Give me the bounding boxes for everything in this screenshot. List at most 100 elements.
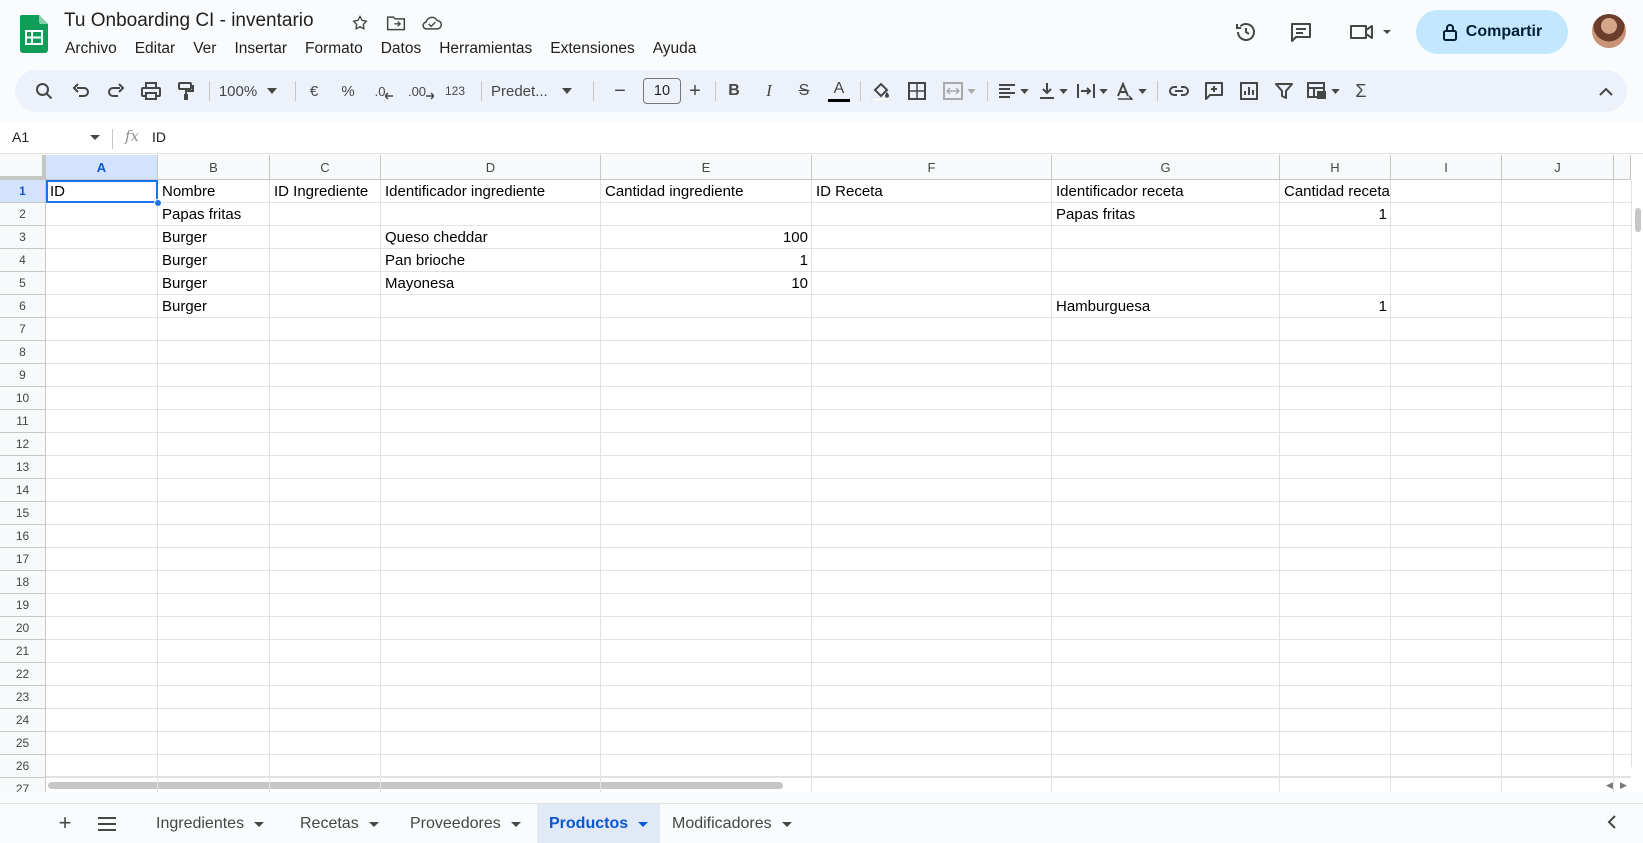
cell-f1[interactable]: ID Receta [812, 180, 1052, 203]
user-avatar[interactable] [1592, 14, 1626, 48]
cell-d1[interactable]: Identificador ingrediente [381, 180, 601, 203]
share-button[interactable]: Compartir [1416, 10, 1568, 54]
column-header-e[interactable]: E [601, 155, 812, 180]
row-header-10[interactable]: 10 [0, 387, 46, 410]
font-family-select[interactable]: Predet... [491, 77, 581, 105]
row-header-9[interactable]: 9 [0, 364, 46, 387]
vertical-scrollbar[interactable] [1631, 180, 1643, 767]
chevron-down-icon[interactable] [254, 821, 265, 827]
column-header-a[interactable]: A [46, 155, 158, 180]
menu-item-ver[interactable]: Ver [184, 38, 225, 60]
row-header-7[interactable]: 7 [0, 318, 46, 341]
bold-button[interactable]: B [721, 77, 747, 105]
horizontal-scrollbar-thumb[interactable] [48, 782, 783, 789]
text-wrapping-icon[interactable] [1074, 77, 1110, 105]
collapse-toolbar-icon[interactable] [1593, 77, 1619, 105]
sheet-tab-proveedores[interactable]: Proveedores [398, 804, 533, 843]
sheets-logo-icon[interactable] [20, 15, 48, 53]
select-all-corner[interactable] [0, 155, 46, 180]
percent-format-button[interactable]: % [337, 77, 359, 105]
cell-b5[interactable]: Burger [158, 272, 270, 295]
sheet-tab-recetas[interactable]: Recetas [288, 804, 391, 843]
column-header-c[interactable]: C [270, 155, 381, 180]
filter-views-icon[interactable] [1305, 77, 1341, 105]
filter-icon[interactable] [1270, 77, 1298, 105]
column-header-d[interactable]: D [381, 155, 601, 180]
row-header-18[interactable]: 18 [0, 571, 46, 594]
insert-link-icon[interactable] [1165, 77, 1193, 105]
borders-icon[interactable] [904, 77, 930, 105]
fill-handle[interactable] [154, 199, 162, 207]
column-header-g[interactable]: G [1052, 155, 1280, 180]
cell-e3[interactable]: 100 [601, 226, 812, 249]
menu-item-editar[interactable]: Editar [126, 38, 185, 60]
row-header-11[interactable]: 11 [0, 410, 46, 433]
cell-g6[interactable]: Hamburguesa [1052, 295, 1280, 318]
menu-item-datos[interactable]: Datos [372, 38, 431, 60]
row-header-8[interactable]: 8 [0, 341, 46, 364]
menu-item-archivo[interactable]: Archivo [56, 38, 126, 60]
undo-icon[interactable] [67, 77, 95, 105]
cell-b6[interactable]: Burger [158, 295, 270, 318]
formula-input[interactable]: ID [152, 129, 166, 145]
cell-e5[interactable]: 10 [601, 272, 812, 295]
cloud-saved-icon[interactable] [420, 11, 444, 35]
cell-g2[interactable]: Papas fritas [1052, 203, 1280, 226]
zoom-select[interactable]: 100% [215, 77, 281, 105]
name-box[interactable]: A1 [12, 129, 29, 145]
chevron-down-icon[interactable] [638, 821, 649, 827]
menu-item-insertar[interactable]: Insertar [225, 38, 296, 60]
row-header-5[interactable]: 5 [0, 272, 46, 295]
row-header-23[interactable]: 23 [0, 686, 46, 709]
menu-item-herramientas[interactable]: Herramientas [430, 38, 541, 60]
horizontal-align-icon[interactable] [995, 77, 1031, 105]
row-header-13[interactable]: 13 [0, 456, 46, 479]
cell-h1[interactable]: Cantidad receta [1280, 180, 1391, 203]
cell-d3[interactable]: Queso cheddar [381, 226, 601, 249]
sheet-tab-productos[interactable]: Productos [537, 804, 661, 843]
paint-format-icon[interactable] [172, 77, 200, 105]
row-header-14[interactable]: 14 [0, 479, 46, 502]
row-header-27[interactable]: 27 [0, 778, 46, 792]
row-header-17[interactable]: 17 [0, 548, 46, 571]
merge-cells-icon[interactable] [939, 77, 979, 105]
cell-c1[interactable]: ID Ingrediente [270, 180, 381, 203]
functions-button[interactable]: Σ [1348, 77, 1374, 105]
cell-h2[interactable]: 1 [1280, 203, 1391, 226]
cell-g1[interactable]: Identificador receta [1052, 180, 1280, 203]
decrease-decimals-button[interactable]: .0 [370, 77, 398, 105]
row-header-21[interactable]: 21 [0, 640, 46, 663]
version-history-icon[interactable] [1231, 12, 1261, 52]
scroll-right-icon[interactable]: ▶ [1620, 780, 1627, 791]
name-box-dropdown-icon[interactable] [90, 135, 100, 140]
currency-format-button[interactable]: € [303, 77, 325, 105]
vertical-scrollbar-thumb[interactable] [1635, 208, 1641, 232]
spreadsheet-grid[interactable]: ◀ ▶ A B C D E F G H I J 1 2 3 4 5 6 7 8 9 10 11 12 13 14 15 16 17 1… [0, 155, 1643, 792]
row-header-26[interactable]: 26 [0, 755, 46, 778]
star-icon[interactable] [348, 11, 372, 35]
text-color-button[interactable]: A [826, 77, 852, 105]
row-header-20[interactable]: 20 [0, 617, 46, 640]
all-sheets-icon[interactable] [96, 814, 118, 834]
sheet-tab-modificadores[interactable]: Modificadores [660, 804, 804, 843]
chevron-down-icon[interactable] [510, 821, 521, 827]
row-header-6[interactable]: 6 [0, 295, 46, 318]
column-header-k[interactable] [1614, 155, 1631, 180]
column-header-h[interactable]: H [1280, 155, 1391, 180]
chevron-down-icon[interactable] [781, 821, 792, 827]
cell-e1[interactable]: Cantidad ingrediente [601, 180, 812, 203]
insert-chart-icon[interactable] [1235, 77, 1263, 105]
cell-b4[interactable]: Burger [158, 249, 270, 272]
cell-d5[interactable]: Mayonesa [381, 272, 601, 295]
meet-call-icon[interactable] [1345, 12, 1397, 52]
row-header-16[interactable]: 16 [0, 525, 46, 548]
move-folder-icon[interactable] [384, 11, 408, 35]
vertical-align-icon[interactable] [1035, 77, 1071, 105]
menu-item-ayuda[interactable]: Ayuda [644, 38, 706, 60]
row-header-15[interactable]: 15 [0, 502, 46, 525]
row-header-3[interactable]: 3 [0, 226, 46, 249]
column-header-f[interactable]: F [812, 155, 1052, 180]
comments-icon[interactable] [1286, 12, 1316, 52]
cell-e4[interactable]: 1 [601, 249, 812, 272]
scroll-left-icon[interactable]: ◀ [1606, 780, 1613, 791]
